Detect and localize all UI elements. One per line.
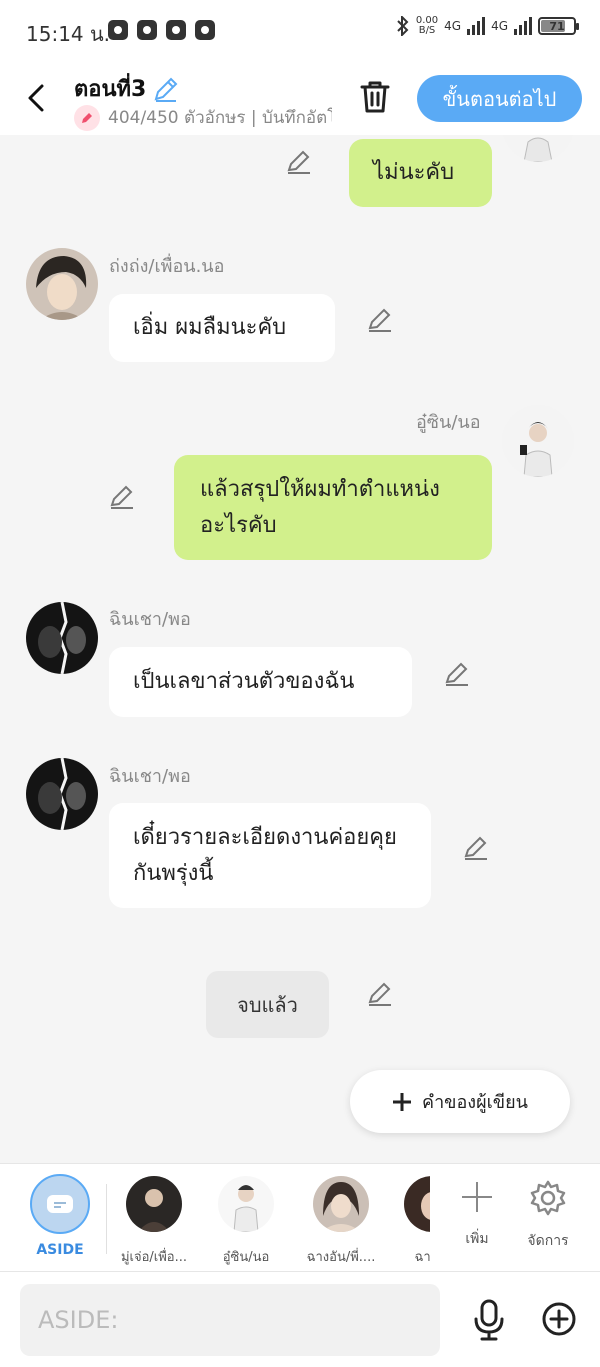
aside-button[interactable] bbox=[30, 1174, 90, 1234]
aside-chat-icon bbox=[47, 1195, 73, 1213]
end-marker[interactable]: จบแล้ว bbox=[206, 971, 329, 1038]
edit-title-icon[interactable] bbox=[152, 75, 180, 103]
battery-level: 71 bbox=[549, 19, 565, 33]
edit-message-icon[interactable] bbox=[443, 660, 471, 688]
sender-name: อู๋ซิน/นอ bbox=[416, 412, 481, 433]
message-bubble[interactable]: เป็นเลขาส่วนตัวของฉัน bbox=[109, 647, 412, 717]
sender-name: ฉินเชา/พอ bbox=[109, 766, 191, 787]
character-avatar bbox=[404, 1176, 430, 1232]
trash-icon bbox=[360, 81, 390, 113]
character-name: มู่เจ่อ/เพื่อ... bbox=[120, 1250, 188, 1265]
input-bar bbox=[0, 1271, 600, 1367]
app-notification-icon bbox=[108, 20, 128, 40]
net-speed-unit: B/S bbox=[418, 25, 436, 36]
plus-icon bbox=[393, 1092, 412, 1111]
episode-subtitle: 404/450 ตัวอักษร | บันทึกอัตโนมัติ bbox=[74, 104, 332, 131]
character-avatar bbox=[126, 1176, 182, 1232]
signal-icon bbox=[514, 17, 532, 35]
manage-label: จัดการ bbox=[527, 1233, 569, 1249]
add-label: เพิ่ม bbox=[465, 1231, 489, 1247]
net-speed: 0.00 B/S bbox=[416, 16, 438, 36]
character-item[interactable]: อู๋ซิน/นอ bbox=[204, 1176, 288, 1267]
character-item[interactable]: มู่เจ่อ/เพื่อ... bbox=[112, 1176, 196, 1267]
signal-icon bbox=[467, 17, 486, 35]
aside-label: ASIDE bbox=[36, 1242, 84, 1258]
character-name: อู๋ซิน/นอ bbox=[222, 1250, 270, 1265]
microphone-icon bbox=[474, 1299, 504, 1341]
message-bubble[interactable]: ไม่นะคับ bbox=[349, 139, 492, 207]
character-name: ฉางเล bbox=[414, 1250, 430, 1265]
play-notification-icon bbox=[195, 20, 215, 40]
status-bar: 15:14 น. 0.00 B/S 4G 4G 71 bbox=[0, 0, 600, 60]
message-bubble[interactable]: เอิ่ม ผมลืมนะคับ bbox=[109, 294, 335, 362]
message-text: เป็นเลขาส่วนตัวของฉัน bbox=[133, 669, 355, 694]
character-item[interactable]: ฉางอัน/พี่.... bbox=[299, 1176, 383, 1267]
character-avatar bbox=[218, 1176, 274, 1232]
video-notification-icon bbox=[137, 20, 157, 40]
voice-input-button[interactable] bbox=[470, 1298, 508, 1342]
writer-note-label: คำของผู้เขียน bbox=[422, 1092, 528, 1113]
character-bar: ASIDE มู่เจ่อ/เพื่อ... อู๋ซิน/นอ ฉางอัน/… bbox=[0, 1163, 600, 1271]
character-list[interactable]: มู่เจ่อ/เพื่อ... อู๋ซิน/นอ ฉางอัน/พี่...… bbox=[112, 1164, 430, 1272]
system-status: 0.00 B/S 4G 4G 71 bbox=[396, 16, 579, 36]
divider bbox=[106, 1184, 107, 1254]
network-type-2: 4G bbox=[491, 19, 508, 33]
status-time: 15:14 น. bbox=[26, 22, 111, 46]
network-type-1: 4G bbox=[444, 19, 462, 33]
edit-message-icon[interactable] bbox=[366, 306, 394, 334]
sender-name: ฉินเชา/พอ bbox=[109, 609, 191, 630]
back-button[interactable] bbox=[18, 78, 54, 118]
character-avatar bbox=[313, 1176, 369, 1232]
message-input[interactable] bbox=[20, 1284, 440, 1356]
episode-title[interactable]: ตอนที่3 bbox=[74, 71, 180, 106]
notification-icons bbox=[108, 20, 215, 40]
avatar[interactable] bbox=[26, 248, 98, 320]
char-count-autosave: 404/450 ตัวอักษร | บันทึกอัตโนมัติ bbox=[108, 108, 332, 128]
battery-icon: 71 bbox=[538, 17, 579, 35]
episode-title-text: ตอนที่3 bbox=[74, 77, 147, 102]
message-notification-icon bbox=[166, 20, 186, 40]
edit-message-icon[interactable] bbox=[285, 148, 313, 176]
gear-icon bbox=[530, 1180, 566, 1216]
manage-button[interactable]: จัดการ bbox=[520, 1180, 576, 1252]
edit-message-icon[interactable] bbox=[108, 483, 136, 511]
editor-header: ตอนที่3 404/450 ตัวอักษร | บันทึกอัตโนมั… bbox=[0, 60, 600, 135]
back-arrow-icon bbox=[28, 84, 44, 112]
plus-icon bbox=[462, 1182, 492, 1212]
message-bubble[interactable]: แล้วสรุปให้ผมทำตำแหน่งอะไรคับ bbox=[174, 455, 492, 560]
add-character-button[interactable]: เพิ่ม bbox=[456, 1180, 498, 1250]
edit-message-icon[interactable] bbox=[462, 834, 490, 862]
avatar[interactable] bbox=[502, 405, 574, 477]
avatar[interactable] bbox=[26, 602, 98, 674]
chat-area[interactable]: ไม่นะคับ ถ่งถ่ง/เพื่อน.นอ เอิ่ม ผมลืมนะค… bbox=[0, 135, 600, 1163]
message-text: แล้วสรุปให้ผมทำตำแหน่งอะไรคับ bbox=[200, 476, 440, 538]
character-name: ฉางอัน/พี่.... bbox=[306, 1250, 376, 1265]
message-text: เอิ่ม ผมลืมนะคับ bbox=[133, 315, 287, 340]
avatar[interactable] bbox=[26, 758, 98, 830]
writer-note-button[interactable]: คำของผู้เขียน bbox=[350, 1070, 570, 1133]
message-text: ไม่นะคับ bbox=[373, 160, 455, 185]
message-text: เดี๋ยวรายละเอียดงานค่อยคุยกันพรุ่งนี้ bbox=[133, 824, 397, 886]
pen-badge-icon bbox=[74, 104, 100, 131]
character-item[interactable]: ฉางเล bbox=[390, 1176, 430, 1267]
delete-button[interactable] bbox=[356, 76, 394, 118]
add-circle-icon bbox=[542, 1302, 576, 1336]
add-content-button[interactable] bbox=[540, 1300, 578, 1338]
bluetooth-icon bbox=[397, 16, 409, 36]
edit-end-icon[interactable] bbox=[366, 980, 394, 1008]
next-step-button[interactable]: ขั้นตอนต่อไป bbox=[417, 75, 582, 122]
message-bubble[interactable]: เดี๋ยวรายละเอียดงานค่อยคุยกันพรุ่งนี้ bbox=[109, 803, 431, 908]
sender-name: ถ่งถ่ง/เพื่อน.นอ bbox=[109, 256, 225, 277]
avatar[interactable] bbox=[502, 135, 574, 162]
